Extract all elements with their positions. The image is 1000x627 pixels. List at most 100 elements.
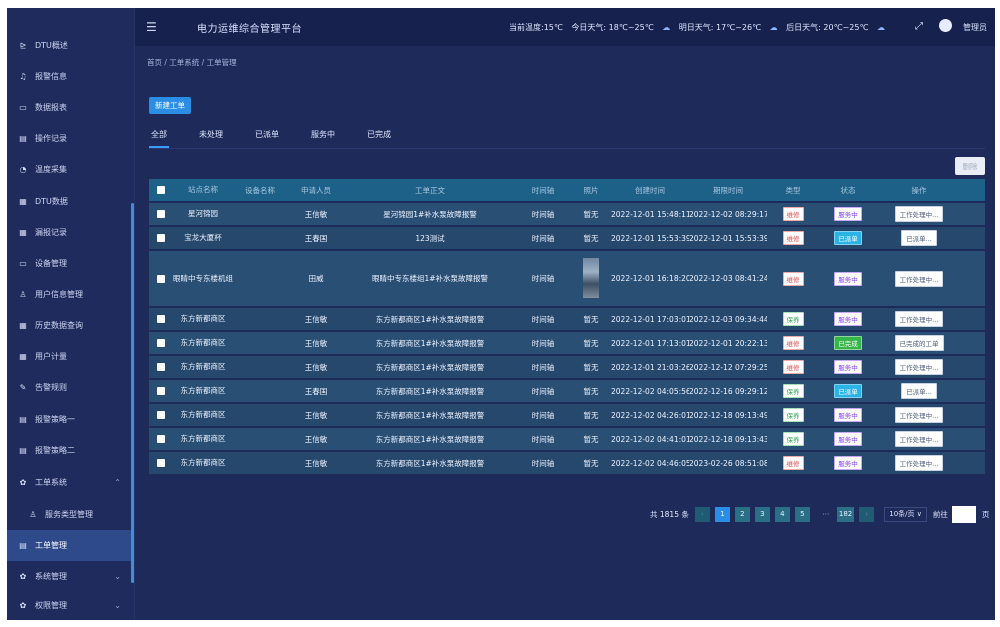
table-row[interactable]: 东方新都商区 王信敏 东方新都商区1#补水泵故障报警 时间轴 暂无 2022-12-01 … xyxy=(149,308,985,330)
checkbox[interactable] xyxy=(157,234,165,242)
operation-button[interactable]: 工作处理中... xyxy=(894,311,944,327)
tab-item[interactable]: 全部 xyxy=(149,126,169,148)
new-workorder-button[interactable]: 新建工单 xyxy=(149,97,191,114)
operation-cell: 工作处理中... xyxy=(877,206,961,222)
sidebar-item[interactable]: ✿ 工单系统 ⌃ xyxy=(7,467,131,498)
operation-button[interactable]: 已完成的工单 xyxy=(894,335,944,351)
sidebar-item[interactable]: ♙ 用户信息管理 xyxy=(7,279,131,310)
workorder-content: 眼睛中专东楼组1#补水泵故障报警 xyxy=(371,274,489,283)
sidebar-item[interactable]: ▭ 设备管理 xyxy=(7,248,131,279)
goto-page-input[interactable] xyxy=(951,505,976,523)
select-all-checkbox[interactable] xyxy=(149,186,173,194)
prev-page-button[interactable]: ‹ xyxy=(694,506,710,522)
monitor-icon: ▭ xyxy=(19,103,27,112)
deadline-time: 2022-12-01 15:53:39 xyxy=(689,233,767,243)
row-checkbox-cell[interactable] xyxy=(149,210,173,218)
checkbox[interactable] xyxy=(157,210,165,218)
username[interactable]: 管理员 xyxy=(963,22,987,33)
tab-item[interactable]: 服务中 xyxy=(309,126,337,148)
photo-cell: 暂无 xyxy=(583,314,599,324)
table-row[interactable]: 宝龙大厦杯 王春国 123测试 时间轴 暂无 2022-12-01 15:53:39 202… xyxy=(149,227,985,249)
avatar[interactable] xyxy=(939,19,952,32)
sidebar-item[interactable]: ▤ 报警策略一 xyxy=(7,404,131,435)
sidebar-item[interactable]: ▦ DTU数据 xyxy=(7,186,131,217)
table-row[interactable]: 东方新都商区 王信敏 东方新都商区1#补水泵故障报警 时间轴 暂无 2022-12-01 … xyxy=(149,332,985,354)
last-page-button[interactable]: 182 xyxy=(836,506,855,522)
row-checkbox-cell[interactable] xyxy=(149,363,173,371)
sidebar-item[interactable]: ✿ 系统管理 ⌄ xyxy=(7,561,131,592)
workorder-content: 123测试 xyxy=(415,233,445,243)
table-row[interactable]: 东方新都商区 王信敏 东方新都商区1#补水泵故障报警 时间轴 暂无 2022-12-01 … xyxy=(149,356,985,378)
row-checkbox-cell[interactable] xyxy=(149,315,173,323)
table-row[interactable]: 东方新都商区 王信敏 东方新都商区1#补水泵故障报警 时间轴 暂无 2022-12-02 … xyxy=(149,428,985,450)
page-ellipsis[interactable]: ··· xyxy=(815,510,837,519)
checkbox[interactable] xyxy=(157,411,165,419)
sidebar-item[interactable]: ✎ 告警规则 xyxy=(7,372,131,403)
page-button[interactable]: 4 xyxy=(774,506,790,522)
page-button[interactable]: 2 xyxy=(734,506,750,522)
fullscreen-icon[interactable]: ⤢ xyxy=(915,21,923,32)
operation-button[interactable]: 工作处理中... xyxy=(894,455,944,471)
table-row[interactable]: 眼睛中专东楼机组 田威 眼睛中专东楼组1#补水泵故障报警 时间轴 2022-12-01 … xyxy=(149,251,985,306)
row-checkbox-cell[interactable] xyxy=(149,459,173,467)
tabs-divider xyxy=(149,148,985,149)
row-checkbox-cell[interactable] xyxy=(149,339,173,347)
sidebar-item[interactable]: ✿ 权限管理 ⌄ xyxy=(7,590,131,620)
checkbox[interactable] xyxy=(157,435,165,443)
edit-icon: ✎ xyxy=(19,383,27,392)
checkbox[interactable] xyxy=(157,186,165,194)
operation-button[interactable]: 已派单... xyxy=(901,230,937,246)
table-row[interactable]: 东方新都商区 王春国 东方新都商区1#补水泵故障报警 时间轴 暂无 2022-12-02 … xyxy=(149,380,985,402)
gear-icon: ✿ xyxy=(19,572,27,581)
sidebar-item[interactable]: ▦ 用户计量 xyxy=(7,341,131,372)
chevron-down-icon: ⌄ xyxy=(114,601,121,610)
type-badge: 保养 xyxy=(782,432,804,446)
checkbox[interactable] xyxy=(157,363,165,371)
row-checkbox-cell[interactable] xyxy=(149,274,173,283)
sidebar-item[interactable]: ♫ 报警信息 xyxy=(7,61,131,92)
delete-button[interactable]: 删除 xyxy=(955,157,985,175)
timeline-link: 时间轴 xyxy=(531,362,555,372)
operation-button[interactable]: 工作处理中... xyxy=(894,407,944,423)
operation-button[interactable]: 已派单... xyxy=(901,383,937,399)
sidebar-item[interactable]: ▭ 数据报表 xyxy=(7,92,131,123)
operation-button[interactable]: 工作处理中... xyxy=(894,359,944,375)
sidebar-item[interactable]: ▦ 漏报记录 xyxy=(7,217,131,248)
operation-button[interactable]: 工作处理中... xyxy=(894,206,944,222)
next-page-button[interactable]: › xyxy=(859,506,875,522)
operation-cell: 已完成的工单 xyxy=(877,335,961,351)
sidebar-scrollbar[interactable] xyxy=(131,203,134,583)
tab-item[interactable]: 未处理 xyxy=(197,126,225,148)
page-size-select[interactable]: 10条/页 ∨ xyxy=(884,506,927,522)
row-checkbox-cell[interactable] xyxy=(149,387,173,395)
sidebar-item[interactable]: ▤ 操作记录 xyxy=(7,123,131,154)
photo-cell: 暂无 xyxy=(583,434,599,444)
sidebar-item[interactable]: ◔ 温度采集 xyxy=(7,154,131,185)
table-row[interactable]: 东方新都商区 王信敏 东方新都商区1#补水泵故障报警 时间轴 暂无 2022-12-02 … xyxy=(149,404,985,426)
checkbox[interactable] xyxy=(157,274,165,283)
sidebar-item[interactable]: ▦ 历史数据查询 xyxy=(7,310,131,341)
table-row[interactable]: 星河锦园 王信敏 星河锦园1#补水泵故障报警 时间轴 暂无 2022-12-01 15:4… xyxy=(149,203,985,225)
operation-button[interactable]: 工作处理中... xyxy=(894,270,944,287)
page-button[interactable]: 3 xyxy=(754,506,770,522)
sidebar-item[interactable]: ▤ 报警策略二 xyxy=(7,435,131,466)
page-button[interactable]: 1 xyxy=(714,506,730,522)
checkbox[interactable] xyxy=(157,459,165,467)
row-checkbox-cell[interactable] xyxy=(149,234,173,242)
photo-thumbnail[interactable] xyxy=(583,257,599,298)
tab-item[interactable]: 已完成 xyxy=(365,126,393,148)
table-row[interactable]: 东方新都商区 王信敏 东方新都商区1#补水泵故障报警 时间轴 暂无 2022-12-02 … xyxy=(149,452,985,474)
photo-cell: 暂无 xyxy=(583,233,599,243)
row-checkbox-cell[interactable] xyxy=(149,435,173,443)
operation-button[interactable]: 工作处理中... xyxy=(894,431,944,447)
tab-item[interactable]: 已派单 xyxy=(253,126,281,148)
sidebar-item[interactable]: ⊵ DTU概述 xyxy=(7,30,131,61)
page-button[interactable]: 5 xyxy=(794,506,810,522)
checkbox[interactable] xyxy=(157,387,165,395)
sidebar-item[interactable]: ▤ 工单管理 xyxy=(7,530,131,561)
row-checkbox-cell[interactable] xyxy=(149,411,173,419)
checkbox[interactable] xyxy=(157,339,165,347)
sidebar-item[interactable]: ♙ 服务类型管理 xyxy=(7,499,131,530)
menu-toggle-icon[interactable]: ☰ xyxy=(146,20,157,34)
checkbox[interactable] xyxy=(157,315,165,323)
